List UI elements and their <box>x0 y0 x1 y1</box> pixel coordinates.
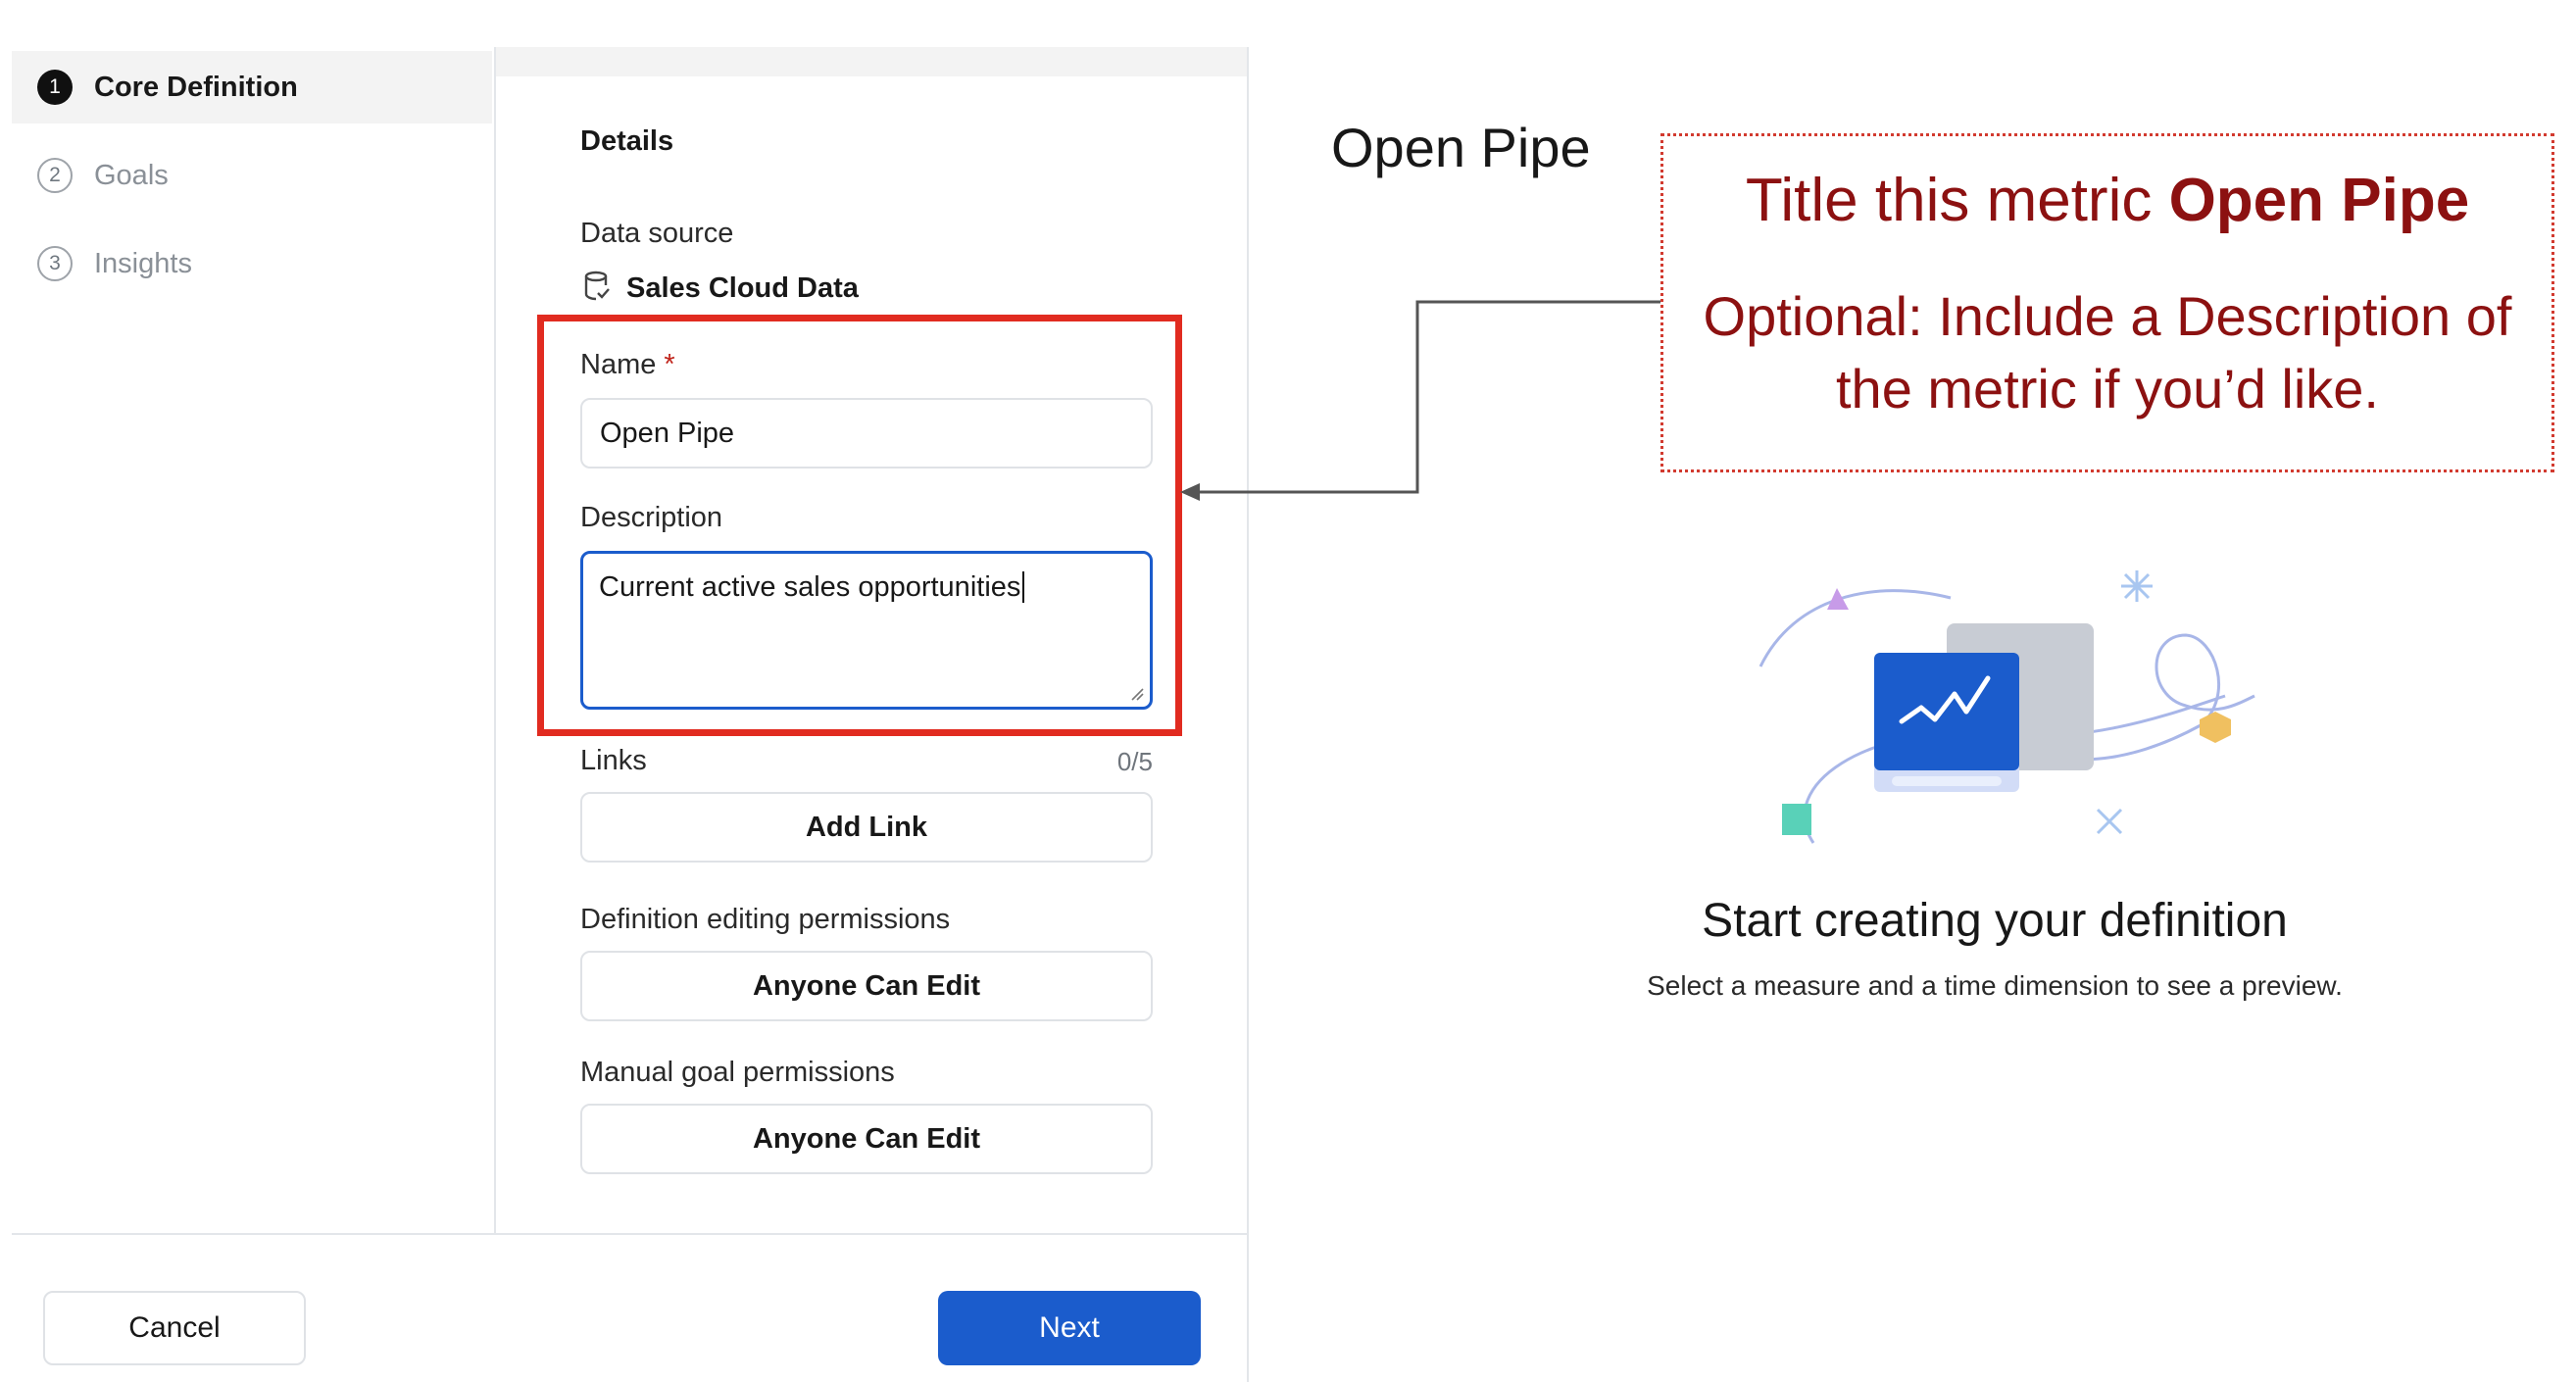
empty-state-title: Start creating your definition <box>1702 895 2288 947</box>
next-button[interactable]: Next <box>938 1291 1201 1365</box>
editing-permissions-label: Definition editing permissions <box>580 904 951 935</box>
editing-permissions-value: Anyone Can Edit <box>752 969 980 1002</box>
step-label: Insights <box>94 247 192 279</box>
data-source-label: Data source <box>580 218 734 249</box>
panel-divider <box>1247 47 1249 1382</box>
add-link-label: Add Link <box>805 811 928 843</box>
footer-divider <box>12 1233 1249 1235</box>
step-core-definition[interactable]: 1 Core Definition <box>12 51 492 123</box>
form-header-bar <box>496 47 1249 76</box>
step-number: 3 <box>37 246 73 281</box>
add-link-button[interactable]: Add Link <box>580 792 1153 863</box>
step-number: 2 <box>37 158 73 193</box>
steps-sidebar: 1 Core Definition 2 Goals 3 Insights <box>12 47 496 1235</box>
callout-line1: Title this metric Open Pipe <box>1663 166 2551 235</box>
goal-permissions-value: Anyone Can Edit <box>752 1122 980 1155</box>
step-number: 1 <box>37 70 73 105</box>
database-icon <box>584 271 610 302</box>
metric-title: Open Pipe <box>1331 117 1591 178</box>
callout-prefix: Title this metric <box>1745 167 2169 234</box>
callout-bold: Open Pipe <box>2168 167 2470 234</box>
links-label: Links <box>580 745 647 776</box>
links-count: 0/5 <box>1116 747 1153 776</box>
annotation-callout: Title this metric Open Pipe Optional: In… <box>1660 133 2554 472</box>
connector-arrow <box>1180 300 1660 501</box>
step-insights[interactable]: 3 Insights <box>12 227 492 300</box>
callout-line2: Optional: Include a Description of the m… <box>1703 285 2512 420</box>
goal-permissions-label: Manual goal permissions <box>580 1057 895 1088</box>
data-source-value: Sales Cloud Data <box>626 272 859 304</box>
section-title: Details <box>580 125 674 157</box>
empty-state-illustration <box>1759 570 2255 844</box>
goal-permissions-select[interactable]: Anyone Can Edit <box>580 1104 1153 1174</box>
step-goals[interactable]: 2 Goals <box>12 139 492 212</box>
step-label: Goals <box>94 159 169 191</box>
editing-permissions-select[interactable]: Anyone Can Edit <box>580 951 1153 1021</box>
step-label: Core Definition <box>94 71 298 103</box>
highlight-box <box>537 315 1182 736</box>
cancel-button[interactable]: Cancel <box>43 1291 306 1365</box>
empty-state-subtitle: Select a measure and a time dimension to… <box>1647 970 2343 1001</box>
